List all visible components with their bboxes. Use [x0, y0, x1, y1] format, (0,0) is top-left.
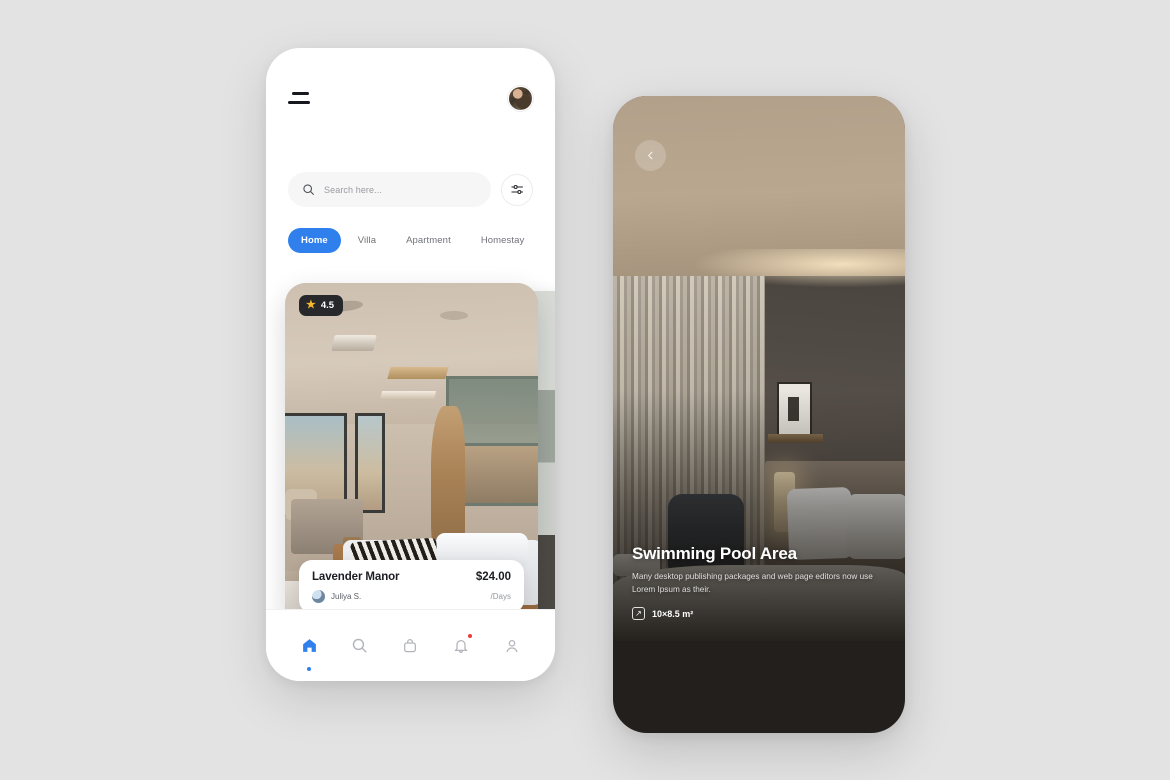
property-info-panel: Lavender Manor $24.00 Juliya S. /Days — [299, 560, 524, 613]
active-indicator-dot — [307, 666, 312, 671]
nav-profile[interactable] — [497, 631, 527, 661]
bell-icon — [454, 639, 468, 653]
nav-notifications[interactable] — [446, 631, 476, 661]
property-card-carousel: ★ 4.5 Lavender Manor $24.00 Juliya S. /D… — [266, 283, 555, 633]
detail-screen-phone: Swimming Pool Area Many desktop publishi… — [613, 96, 905, 733]
photo-light-fixture — [379, 391, 437, 400]
user-avatar[interactable] — [508, 85, 533, 111]
menu-line — [292, 92, 309, 95]
property-title: Lavender Manor — [312, 571, 400, 583]
home-icon — [302, 639, 316, 652]
search-placeholder: Search here... — [324, 184, 382, 195]
star-icon: ★ — [306, 299, 316, 311]
room-area-value: 10×8.5 m² — [652, 608, 694, 619]
photo-window — [355, 413, 385, 513]
property-card[interactable]: ★ 4.5 Lavender Manor $24.00 Juliya S. /D… — [285, 283, 538, 626]
host-avatar — [312, 590, 325, 603]
room-description: Many desktop publishing packages and web… — [632, 572, 873, 594]
rating-value: 4.5 — [320, 300, 335, 311]
host-info: Juliya S. — [312, 590, 361, 603]
price-unit: /Days — [490, 592, 511, 601]
room-area-row: ↗ 10×8.5 m² — [632, 607, 886, 621]
property-host-row: Juliya S. /Days — [312, 590, 511, 603]
back-button[interactable] — [635, 140, 666, 171]
notification-badge — [467, 632, 474, 639]
bottom-navigation — [266, 609, 555, 681]
hamburger-menu-icon[interactable] — [288, 89, 314, 107]
nav-bag[interactable] — [395, 631, 425, 661]
host-name: Juliya S. — [331, 592, 362, 601]
search-row: Search here... — [288, 172, 533, 207]
app-header — [266, 78, 555, 118]
home-screen-phone: Search here... Home Villa Apartment Home… — [266, 48, 555, 681]
expand-arrows-icon: ↗ — [632, 607, 645, 621]
tab-home[interactable]: Home — [288, 228, 341, 253]
nav-home[interactable] — [294, 631, 324, 671]
filter-sliders-icon — [510, 184, 523, 195]
bag-icon — [404, 638, 417, 652]
search-icon — [303, 184, 314, 195]
tab-homestay[interactable]: Homestay — [468, 228, 538, 253]
photo-ac-unit — [331, 335, 377, 351]
chevron-left-icon — [648, 151, 653, 160]
tab-villa[interactable]: Villa — [345, 228, 389, 253]
property-price: $24.00 — [475, 571, 511, 583]
person-icon — [506, 639, 518, 652]
tab-apartment[interactable]: Apartment — [393, 228, 464, 253]
search-icon — [353, 638, 367, 653]
photo-vent — [440, 311, 468, 320]
property-title-row: Lavender Manor $24.00 — [312, 571, 511, 583]
room-detail-panel: Swimming Pool Area Many desktop publishi… — [632, 544, 886, 621]
category-tabs: Home Villa Apartment Homestay — [288, 228, 555, 253]
room-title: Swimming Pool Area — [632, 544, 797, 563]
nav-search[interactable] — [345, 631, 375, 661]
search-input[interactable]: Search here... — [288, 172, 491, 207]
filter-button[interactable] — [501, 173, 533, 206]
photo-beam — [387, 367, 449, 379]
menu-line — [288, 101, 310, 104]
rating-badge: ★ 4.5 — [299, 295, 344, 316]
